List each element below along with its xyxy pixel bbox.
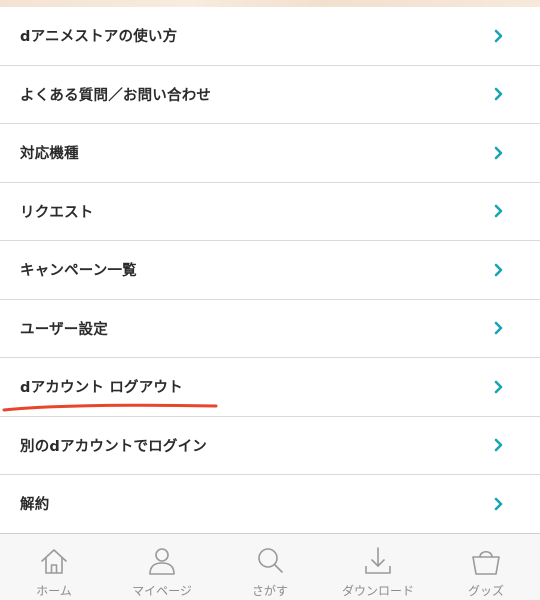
menu-item-label: dアカウント ログアウト [20, 380, 183, 397]
search-icon [258, 548, 283, 573]
chevron-right-icon [494, 87, 503, 101]
menu-item-how-to-use[interactable]: dアニメストアの使い方 [0, 7, 540, 66]
menu-item-label: 別のdアカウントでログイン [20, 438, 207, 455]
tab-label: ホーム [36, 584, 72, 598]
bottom-tab-bar: ホーム マイページ さがす ダウンロード グッズ [0, 533, 540, 600]
chevron-right-icon [494, 380, 503, 394]
tab-label: グッズ [467, 584, 504, 598]
tab-label: マイページ [132, 584, 192, 598]
menu-item-label: リクエスト [20, 204, 94, 221]
settings-menu-list: dアニメストアの使い方 よくある質問／お問い合わせ 対応機種 リクエスト キャン… [0, 7, 540, 534]
tab-home[interactable]: ホーム [0, 534, 108, 600]
menu-item-label: dアニメストアの使い方 [20, 29, 178, 46]
chevron-right-icon [494, 204, 503, 218]
menu-item-user-settings[interactable]: ユーザー設定 [0, 299, 540, 358]
header-banner-edge [0, 0, 540, 7]
home-icon [41, 549, 67, 574]
tab-mypage[interactable]: マイページ [108, 534, 216, 600]
menu-item-login-other-account[interactable]: 別のdアカウントでログイン [0, 416, 540, 475]
chevron-right-icon [494, 29, 503, 43]
menu-item-campaigns[interactable]: キャンペーン一覧 [0, 241, 540, 300]
tab-search[interactable]: さがす [216, 534, 324, 600]
tab-download[interactable]: ダウンロード [324, 534, 432, 600]
menu-item-cancel-subscription[interactable]: 解約 [0, 475, 540, 534]
menu-item-label: 解約 [20, 497, 50, 514]
menu-item-request[interactable]: リクエスト [0, 182, 540, 241]
menu-item-label: よくある質問／お問い合わせ [20, 87, 212, 104]
chevron-right-icon [494, 263, 503, 277]
chevron-right-icon [494, 321, 503, 335]
chevron-right-icon [494, 438, 503, 452]
download-icon [365, 547, 391, 574]
person-icon [149, 548, 175, 575]
menu-item-faq-contact[interactable]: よくある質問／お問い合わせ [0, 65, 540, 124]
menu-item-supported-devices[interactable]: 対応機種 [0, 124, 540, 183]
menu-item-label: 対応機種 [20, 146, 79, 163]
menu-item-label: キャンペーン一覧 [20, 263, 137, 280]
tab-goods[interactable]: グッズ [432, 534, 540, 600]
tab-label: ダウンロード [341, 584, 414, 598]
shopping-bag-icon [472, 550, 500, 575]
chevron-right-icon [494, 497, 503, 511]
chevron-right-icon [494, 146, 503, 160]
menu-item-label: ユーザー設定 [20, 321, 108, 338]
tab-label: さがす [251, 584, 288, 598]
menu-item-logout[interactable]: dアカウント ログアウト [0, 358, 540, 417]
